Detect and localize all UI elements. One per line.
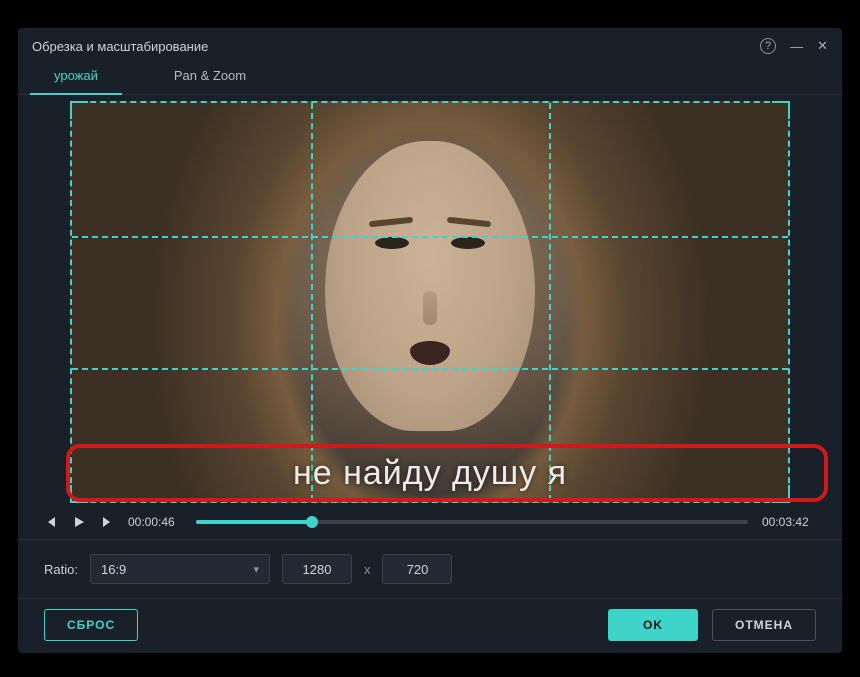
grid-line [72,236,788,238]
ratio-label: Ratio: [44,562,78,577]
seek-fill [196,520,312,524]
window-title: Обрезка и масштабирование [32,39,760,54]
grid-line [311,103,313,501]
crop-frame[interactable] [70,101,790,503]
tab-pan-zoom[interactable]: Pan & Zoom [150,60,270,95]
playback-bar: 00:00:46 00:03:42 [18,503,842,539]
grid-line [549,103,551,501]
grid-line [72,368,788,370]
minimize-icon[interactable]: — [790,39,803,54]
dimension-separator: x [364,562,371,577]
next-frame-button[interactable] [100,515,114,529]
current-time: 00:00:46 [128,515,182,529]
seek-slider[interactable] [196,520,748,524]
crop-handle-tl[interactable] [70,101,88,119]
chevron-down-icon: ▾ [253,563,259,576]
width-input[interactable]: 1280 [282,554,352,584]
ratio-row: Ratio: 16:9 ▾ 1280 x 720 [18,540,842,598]
titlebar: Обрезка и масштабирование ? — ✕ [18,28,842,60]
help-icon[interactable]: ? [760,38,776,54]
crop-handle-tr[interactable] [772,101,790,119]
crop-zoom-window: Обрезка и масштабирование ? — ✕ урожай P… [18,28,842,653]
tab-crop[interactable]: урожай [30,60,122,95]
canvas-area: не найду душу я [18,95,842,503]
titlebar-actions: ? — ✕ [760,38,828,54]
seek-thumb[interactable] [306,516,318,528]
ratio-select-value: 16:9 [101,562,126,577]
subtitle-text: не найду душу я [70,454,790,493]
cancel-button[interactable]: ОТМЕНА [712,609,816,641]
video-preview[interactable]: не найду душу я [70,101,790,503]
prev-frame-button[interactable] [44,515,58,529]
ratio-select[interactable]: 16:9 ▾ [90,554,270,584]
total-time: 00:03:42 [762,515,816,529]
reset-button[interactable]: СБРОС [44,609,138,641]
play-button[interactable] [72,515,86,529]
close-icon[interactable]: ✕ [817,38,828,54]
tabs: урожай Pan & Zoom [18,60,842,95]
footer: СБРОС OK ОТМЕНА [18,599,842,659]
ok-button[interactable]: OK [608,609,698,641]
height-input[interactable]: 720 [382,554,452,584]
